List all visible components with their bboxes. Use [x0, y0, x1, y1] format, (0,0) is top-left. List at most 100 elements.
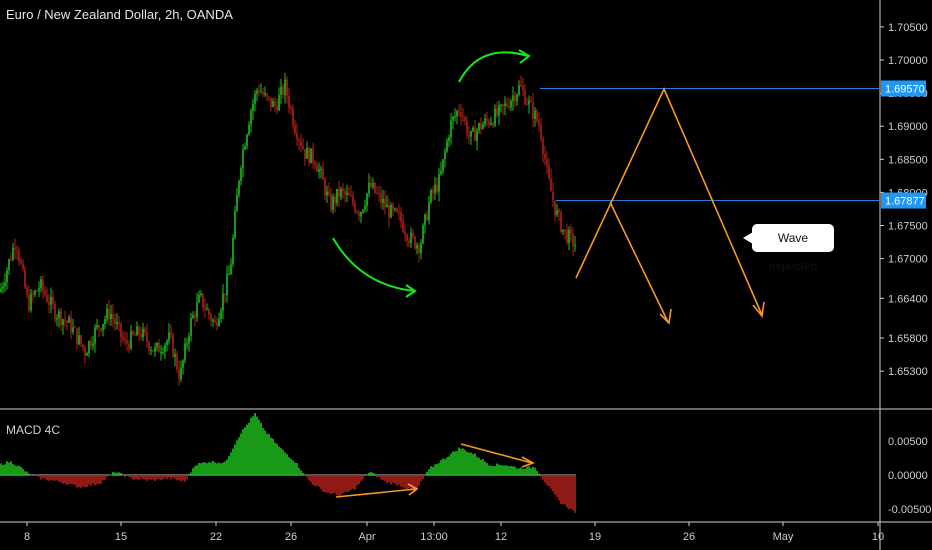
candle-body — [148, 342, 150, 351]
macd-bar — [206, 463, 208, 475]
candle-body — [488, 120, 490, 125]
candle-body — [360, 212, 362, 217]
candle-body — [20, 260, 22, 264]
candle-body — [322, 168, 324, 180]
candle-body — [26, 287, 28, 295]
candle-body — [492, 122, 494, 126]
macd-bar — [518, 468, 520, 475]
macd-bar — [170, 475, 172, 480]
candle-body — [446, 140, 448, 152]
macd-bar — [60, 475, 62, 483]
candle-body — [334, 196, 336, 204]
macd-bar — [202, 462, 204, 475]
candle-body — [480, 123, 482, 130]
candle-body — [460, 111, 462, 117]
macd-bar — [264, 430, 266, 475]
candle-body — [30, 293, 32, 311]
candle-body — [274, 101, 276, 107]
macd-bar — [498, 464, 500, 475]
candle-body — [50, 296, 52, 305]
macd-title: MACD 4C — [6, 423, 61, 437]
candle-body — [72, 327, 74, 333]
candle-body — [292, 108, 294, 126]
macd-bar — [514, 466, 516, 475]
macd-bar — [38, 475, 40, 477]
macd-bar — [4, 464, 6, 475]
macd-bar — [436, 464, 438, 475]
candle-body — [146, 332, 148, 343]
candle-body — [472, 127, 474, 131]
macd-bar — [78, 475, 80, 488]
macd-bar — [472, 454, 474, 475]
candle-body — [32, 293, 34, 295]
macd-bar — [158, 475, 160, 479]
macd-bar — [92, 475, 94, 484]
macd-bar — [554, 475, 556, 495]
macd-bar — [128, 475, 130, 477]
macd-bar — [40, 475, 42, 480]
macd-bar — [154, 475, 156, 481]
candle-body — [406, 234, 408, 242]
candle-body — [340, 188, 342, 197]
candle-body — [172, 334, 174, 357]
macd-bar — [492, 466, 494, 475]
macd-bar — [364, 475, 366, 477]
candle-body — [276, 106, 278, 111]
candle-body — [506, 103, 508, 107]
macd-bar — [302, 473, 304, 475]
macd-bar — [134, 475, 136, 480]
candle-body — [170, 332, 172, 335]
candle-body — [110, 313, 112, 320]
candle-body — [84, 347, 86, 356]
candle-body — [346, 192, 348, 195]
candle-body — [222, 293, 224, 311]
candle-body — [486, 118, 488, 121]
candle-body — [464, 117, 466, 121]
candle-body — [542, 138, 544, 155]
macd-bar — [270, 437, 272, 475]
candle-body — [374, 182, 376, 193]
macd-bar — [314, 475, 316, 487]
candle-body — [456, 111, 458, 117]
macd-bar — [220, 463, 222, 475]
candle-body — [60, 311, 62, 326]
macd-bar — [214, 462, 216, 475]
macd-bar — [318, 475, 320, 487]
macd-bar — [512, 466, 514, 475]
candle-body — [534, 110, 536, 119]
macd-bar — [84, 475, 86, 488]
macd-bar — [178, 475, 180, 481]
candle-body — [180, 367, 182, 380]
candle-body — [216, 322, 218, 327]
macd-bar — [466, 451, 468, 475]
candle-body — [176, 354, 178, 370]
macd-bar — [28, 473, 30, 475]
macd-bar — [328, 475, 330, 493]
macd-bar — [102, 475, 104, 481]
macd-bar — [352, 475, 354, 489]
candle-body — [466, 120, 468, 135]
macd-bar — [268, 434, 270, 475]
macd-bar — [114, 472, 116, 475]
macd-bar — [344, 475, 346, 492]
candle-body — [22, 263, 24, 270]
candle-body — [344, 191, 346, 195]
candle-body — [186, 343, 188, 345]
candle-body — [404, 231, 406, 235]
macd-bar — [294, 462, 296, 475]
candle-body — [272, 101, 274, 107]
macd-bar — [416, 475, 418, 489]
macd-bar — [446, 457, 448, 475]
candle-body — [298, 139, 300, 141]
macd-bar — [36, 475, 38, 477]
macd-bar — [254, 413, 256, 475]
macd-bar — [44, 475, 46, 479]
macd-bar — [378, 475, 380, 477]
time-tick-label: 12 — [495, 531, 507, 543]
macd-bar — [166, 475, 168, 480]
candle-body — [568, 229, 570, 243]
macd-bar — [450, 453, 452, 475]
candle-body — [260, 92, 262, 94]
macd-bar — [186, 475, 188, 480]
candle-body — [478, 123, 480, 131]
